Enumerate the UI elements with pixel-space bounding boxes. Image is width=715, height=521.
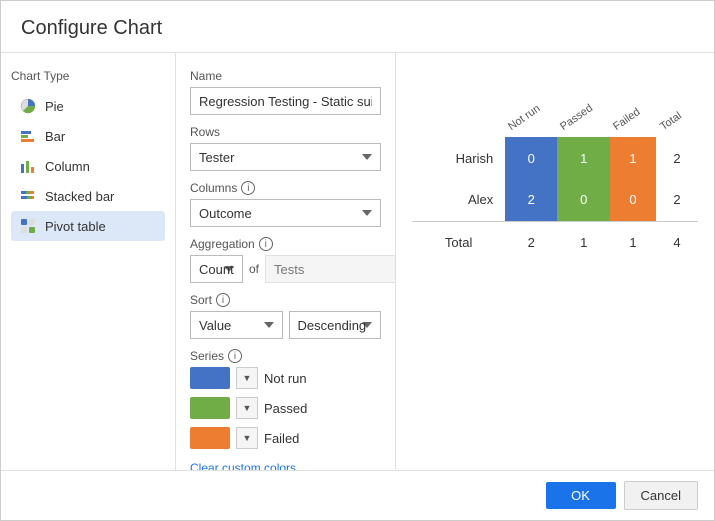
series-item-not-run: ▼ Not run (190, 367, 381, 389)
series-label-passed: Passed (264, 401, 307, 416)
dialog-body: Chart Type Pie (1, 53, 714, 470)
col-header-failed: Failed (610, 77, 656, 137)
rows-field-group: Rows Tester (190, 125, 381, 171)
aggregation-select[interactable]: Count (190, 255, 243, 283)
ok-button[interactable]: OK (546, 482, 616, 509)
series-color-not-run (190, 367, 230, 389)
total-failed: 1 (610, 221, 656, 263)
sort-info-icon[interactable]: i (216, 293, 230, 307)
configure-chart-dialog: Configure Chart Chart Type Pie (0, 0, 715, 521)
chart-type-column[interactable]: Column (11, 151, 165, 181)
chart-type-pivot-table-label: Pivot table (45, 219, 106, 234)
series-item-passed: ▼ Passed (190, 397, 381, 419)
sort-label: Sort i (190, 293, 381, 307)
name-input[interactable] (190, 87, 381, 115)
rows-label: Rows (190, 125, 381, 139)
stacked-bar-icon (19, 187, 37, 205)
chart-type-column-label: Column (45, 159, 90, 174)
chart-preview-panel: Not run Passed Failed (396, 53, 714, 470)
chart-type-panel: Chart Type Pie (1, 53, 176, 470)
bar-icon (19, 127, 37, 145)
aggregation-field-group: Aggregation i Count of (190, 237, 381, 283)
columns-info-icon[interactable]: i (241, 181, 255, 195)
aggregation-row: Count of (190, 255, 381, 283)
series-dropdown-failed[interactable]: ▼ (236, 427, 258, 449)
pivot-table: Not run Passed Failed (412, 77, 698, 263)
columns-label: Columns i (190, 181, 381, 195)
chart-type-stacked-bar[interactable]: Stacked bar (11, 181, 165, 211)
rows-select[interactable]: Tester (190, 143, 381, 171)
total-passed: 1 (557, 221, 610, 263)
dialog-footer: OK Cancel (1, 470, 714, 520)
sort-field-group: Sort i Value Descending (190, 293, 381, 339)
column-icon (19, 157, 37, 175)
table-row-harish: Harish 0 1 1 2 (412, 137, 698, 179)
table-row-total: Total 2 1 1 4 (412, 221, 698, 263)
sort-direction-select[interactable]: Descending (289, 311, 382, 339)
chart-type-label: Chart Type (11, 69, 165, 83)
cell-alex-failed: 0 (610, 179, 656, 221)
of-label: of (249, 262, 259, 276)
sort-field-select[interactable]: Value (190, 311, 283, 339)
series-info-icon[interactable]: i (228, 349, 242, 363)
total-not-run: 2 (505, 221, 557, 263)
cell-harish-total: 2 (656, 137, 698, 179)
cell-alex-total: 2 (656, 179, 698, 221)
chart-type-pie-label: Pie (45, 99, 64, 114)
sort-row: Value Descending (190, 311, 381, 339)
series-dropdown-not-run[interactable]: ▼ (236, 367, 258, 389)
series-label-not-run: Not run (264, 371, 307, 386)
chart-type-pie[interactable]: Pie (11, 91, 165, 121)
series-item-failed: ▼ Failed (190, 427, 381, 449)
chart-type-bar-label: Bar (45, 129, 65, 144)
row-label-harish: Harish (412, 137, 505, 179)
row-label-alex: Alex (412, 179, 505, 221)
cell-alex-passed: 0 (557, 179, 610, 221)
chart-type-pivot-table[interactable]: Pivot table (11, 211, 165, 241)
col-header-total: Total (656, 77, 698, 137)
tests-input (265, 255, 396, 283)
chart-type-bar[interactable]: Bar (11, 121, 165, 151)
dialog-title: Configure Chart (1, 1, 714, 53)
col-header-passed: Passed (557, 77, 610, 137)
series-label-failed: Failed (264, 431, 299, 446)
name-label: Name (190, 69, 381, 83)
aggregation-label: Aggregation i (190, 237, 381, 251)
columns-field-group: Columns i Outcome (190, 181, 381, 227)
cancel-button[interactable]: Cancel (624, 481, 698, 510)
aggregation-info-icon[interactable]: i (259, 237, 273, 251)
series-section: Series i ▼ Not run ▼ Passed (190, 349, 381, 470)
table-row-alex: Alex 2 0 0 2 (412, 179, 698, 221)
series-color-failed (190, 427, 230, 449)
cell-harish-passed: 1 (557, 137, 610, 179)
cell-alex-not-run: 2 (505, 179, 557, 221)
table-header-row: Not run Passed Failed (412, 77, 698, 137)
total-grand: 4 (656, 221, 698, 263)
cell-harish-not-run: 0 (505, 137, 557, 179)
clear-custom-colors-link[interactable]: Clear custom colors (190, 461, 296, 470)
col-header-not-run: Not run (505, 77, 557, 137)
total-label: Total (412, 221, 505, 263)
series-label: Series i (190, 349, 381, 363)
columns-select[interactable]: Outcome (190, 199, 381, 227)
series-dropdown-passed[interactable]: ▼ (236, 397, 258, 419)
pivot-table-icon (19, 217, 37, 235)
cell-harish-failed: 1 (610, 137, 656, 179)
settings-panel: Name Rows Tester Columns i Outcome (176, 53, 396, 470)
pie-icon (19, 97, 37, 115)
name-field-group: Name (190, 69, 381, 115)
corner-cell (412, 77, 505, 137)
chart-type-stacked-bar-label: Stacked bar (45, 189, 114, 204)
series-color-passed (190, 397, 230, 419)
